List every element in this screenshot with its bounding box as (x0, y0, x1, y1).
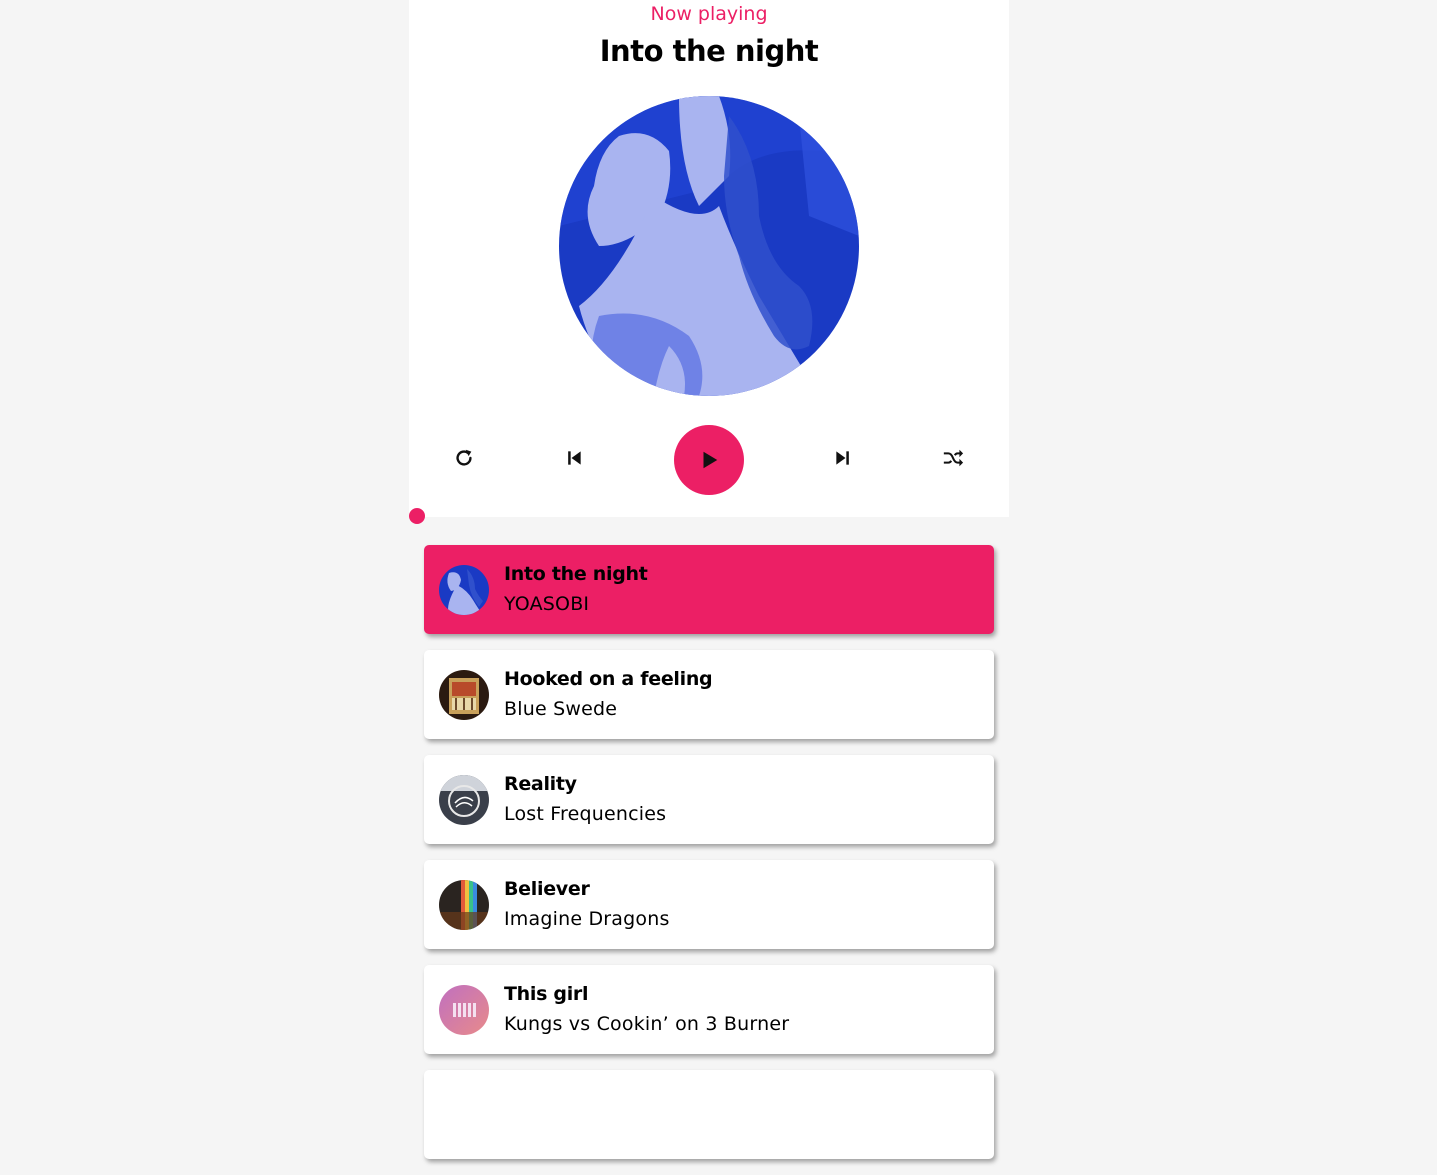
album-thumbnail-image (439, 565, 489, 615)
album-art-image (559, 96, 859, 396)
shuffle-button[interactable] (931, 436, 975, 480)
album-thumbnail-image (439, 985, 489, 1035)
playlist-item[interactable]: Hooked on a feeling Blue Swede (424, 650, 994, 739)
album-art-disc (559, 96, 859, 396)
song-thumbnail (439, 985, 489, 1035)
repeat-icon (456, 449, 472, 466)
repeat-button[interactable] (442, 436, 486, 480)
next-button[interactable] (821, 436, 865, 480)
song-artist: Blue Swede (504, 698, 618, 720)
current-song-title: Into the night (599, 34, 819, 68)
skip-forward-icon (836, 451, 849, 465)
song-title: Hooked on a feeling (504, 668, 713, 690)
playlist-item[interactable] (424, 1070, 994, 1159)
now-playing-label: Now playing (650, 3, 768, 25)
song-title: Into the night (504, 563, 648, 585)
previous-button[interactable] (552, 436, 596, 480)
playlist: Into the night YOASOBI Hooked on a feeli… (424, 545, 994, 1175)
song-artist: Lost Frequencies (504, 803, 667, 825)
song-thumbnail (439, 565, 489, 615)
song-artist: YOASOBI (504, 593, 590, 615)
song-thumbnail (439, 670, 489, 720)
album-thumbnail-image (439, 880, 489, 930)
playlist-item[interactable]: Believer Imagine Dragons (424, 860, 994, 949)
skip-back-icon (568, 451, 581, 465)
play-icon (703, 451, 718, 469)
shuffle-icon (943, 449, 964, 467)
play-button[interactable] (674, 425, 744, 495)
playlist-item[interactable]: Reality Lost Frequencies (424, 755, 994, 844)
song-title: This girl (504, 983, 589, 1005)
song-title: Believer (504, 878, 590, 900)
song-title: Reality (504, 773, 577, 795)
album-thumbnail-image (439, 775, 489, 825)
playlist-item[interactable]: Into the night YOASOBI (424, 545, 994, 634)
progress-slider[interactable] (409, 508, 1009, 524)
song-thumbnail (439, 880, 489, 930)
player-dashboard: Now playing Into the night (409, 0, 1009, 517)
progress-thumb[interactable] (409, 508, 425, 524)
playlist-item[interactable]: This girl Kungs vs Cookin’ on 3 Burner (424, 965, 994, 1054)
song-artist: Kungs vs Cookin’ on 3 Burner (504, 1013, 790, 1035)
song-artist: Imagine Dragons (504, 908, 670, 930)
album-thumbnail-image (439, 670, 489, 720)
song-thumbnail (439, 775, 489, 825)
